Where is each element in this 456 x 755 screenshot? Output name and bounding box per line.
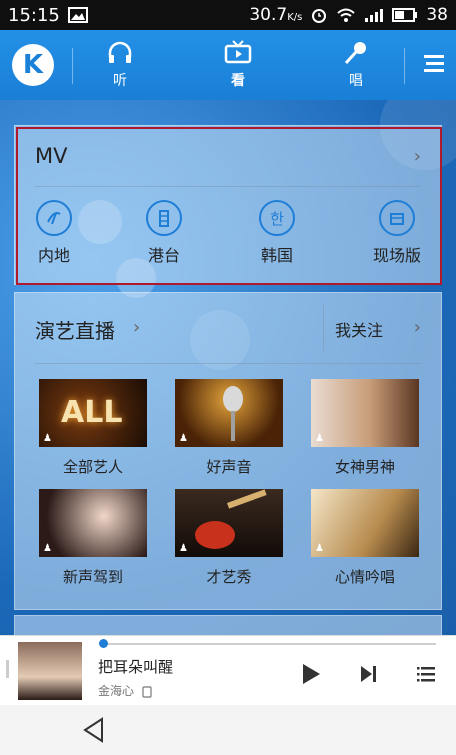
tab-listen[interactable]: 听	[90, 40, 150, 90]
logo-letter: K	[22, 50, 44, 80]
divider	[323, 305, 324, 351]
battery-level: 38	[426, 5, 448, 25]
mv-category-mainland[interactable]: 内地	[19, 200, 89, 266]
follow-link[interactable]: 我关注	[335, 317, 383, 341]
user-icon: ♟	[43, 433, 52, 444]
user-icon: ♟	[315, 433, 324, 444]
user-icon: ♟	[315, 543, 324, 554]
signal-icon	[365, 9, 384, 22]
divider	[404, 48, 405, 84]
mv-card: MV › 内地 港台 한 韩国 现场版	[14, 125, 442, 285]
live-item-label: 好声音	[206, 458, 252, 476]
live-title[interactable]: 演艺直播	[35, 315, 115, 344]
mv-title: MV	[35, 144, 68, 168]
wifi-icon	[337, 8, 356, 22]
live-item-mood-singing[interactable]: ♟ 心情吟唱	[311, 489, 419, 587]
clock: 15:15	[8, 4, 60, 26]
live-item-goddess[interactable]: ♟ 女神男神	[311, 379, 419, 477]
user-icon: ♟	[179, 543, 188, 554]
tv-icon	[224, 40, 252, 64]
mainland-icon	[36, 200, 72, 236]
menu-icon[interactable]	[422, 52, 446, 74]
mv-category-live-version[interactable]: 现场版	[362, 200, 432, 266]
artist-name: 金海心	[98, 682, 152, 699]
mv-category-label: 港台	[147, 246, 180, 265]
network-speed: 30.7K/s	[249, 5, 303, 25]
user-icon: ♟	[179, 433, 188, 444]
live-version-icon	[379, 200, 415, 236]
chevron-right-icon[interactable]: ›	[133, 317, 140, 338]
back-icon[interactable]	[82, 717, 106, 743]
live-item-label: 新声驾到	[62, 568, 123, 586]
mv-category-label: 韩国	[260, 246, 293, 265]
mv-category-korea[interactable]: 한 韩国	[242, 200, 312, 266]
korea-icon: 한	[259, 200, 295, 236]
thumbnail: ♟	[311, 489, 419, 557]
next-card	[14, 615, 442, 635]
status-bar: 15:15 30.7K/s 38	[0, 0, 456, 30]
thumbnail: ♟	[175, 489, 283, 557]
user-icon: ♟	[43, 543, 52, 554]
progress-thumb[interactable]	[99, 639, 108, 648]
hktw-icon	[146, 200, 182, 236]
kugou-logo[interactable]: K	[12, 44, 54, 86]
divider	[35, 363, 421, 364]
battery-icon	[392, 8, 418, 22]
image-notification-icon	[67, 7, 88, 23]
divider	[72, 48, 73, 84]
thumbnail: ♟	[39, 489, 147, 557]
headphones-icon	[108, 41, 132, 63]
live-item-label: 心情吟唱	[334, 568, 395, 586]
tab-label: 唱	[349, 73, 363, 89]
tab-sing[interactable]: 唱	[326, 40, 386, 90]
drag-handle[interactable]	[6, 660, 9, 678]
mini-player[interactable]: 把耳朵叫醒 金海心	[0, 635, 456, 706]
song-title: 把耳朵叫醒	[98, 658, 174, 676]
divider	[35, 186, 421, 187]
album-cover[interactable]	[18, 642, 82, 700]
live-item-good-voice[interactable]: ♟ 好声音	[175, 379, 283, 477]
app-bar: K 听 看 唱	[0, 30, 456, 100]
live-item-label: 全部艺人	[62, 458, 123, 476]
next-track-icon[interactable]	[358, 662, 380, 686]
chevron-right-icon[interactable]: ›	[414, 146, 421, 167]
mv-category-label: 现场版	[372, 246, 421, 265]
chevron-right-icon[interactable]: ›	[414, 317, 421, 338]
tab-label: 看	[231, 73, 245, 89]
live-item-label: 女神男神	[334, 458, 395, 476]
live-performance-card: 演艺直播 › 我关注 › ALL ♟ 全部艺人 ♟ 好声音 ♟ 女神男神 ♟ 新…	[14, 292, 442, 610]
alarm-icon	[312, 9, 327, 23]
mv-category-label: 内地	[37, 246, 70, 265]
thumbnail: ALL ♟	[39, 379, 147, 447]
main-content[interactable]: MV › 内地 港台 한 韩国 现场版 演艺直播 › 我关注 › ALL ♟ 全…	[0, 100, 456, 635]
play-icon[interactable]	[300, 662, 322, 686]
thumbnail: ♟	[175, 379, 283, 447]
progress-bar[interactable]	[100, 643, 436, 645]
live-item-talent-show[interactable]: ♟ 才艺秀	[175, 489, 283, 587]
device-icon	[142, 685, 152, 698]
tab-label: 听	[113, 73, 127, 89]
tab-watch[interactable]: 看	[208, 40, 268, 90]
thumbnail: ♟	[311, 379, 419, 447]
playlist-icon[interactable]	[416, 662, 438, 686]
mv-category-hktw[interactable]: 港台	[129, 200, 199, 266]
live-item-label: 才艺秀	[206, 568, 252, 586]
system-nav-bar	[0, 705, 456, 755]
microphone-icon	[344, 42, 366, 65]
live-item-new-voices[interactable]: ♟ 新声驾到	[39, 489, 147, 587]
live-item-all-artists[interactable]: ALL ♟ 全部艺人	[39, 379, 147, 477]
